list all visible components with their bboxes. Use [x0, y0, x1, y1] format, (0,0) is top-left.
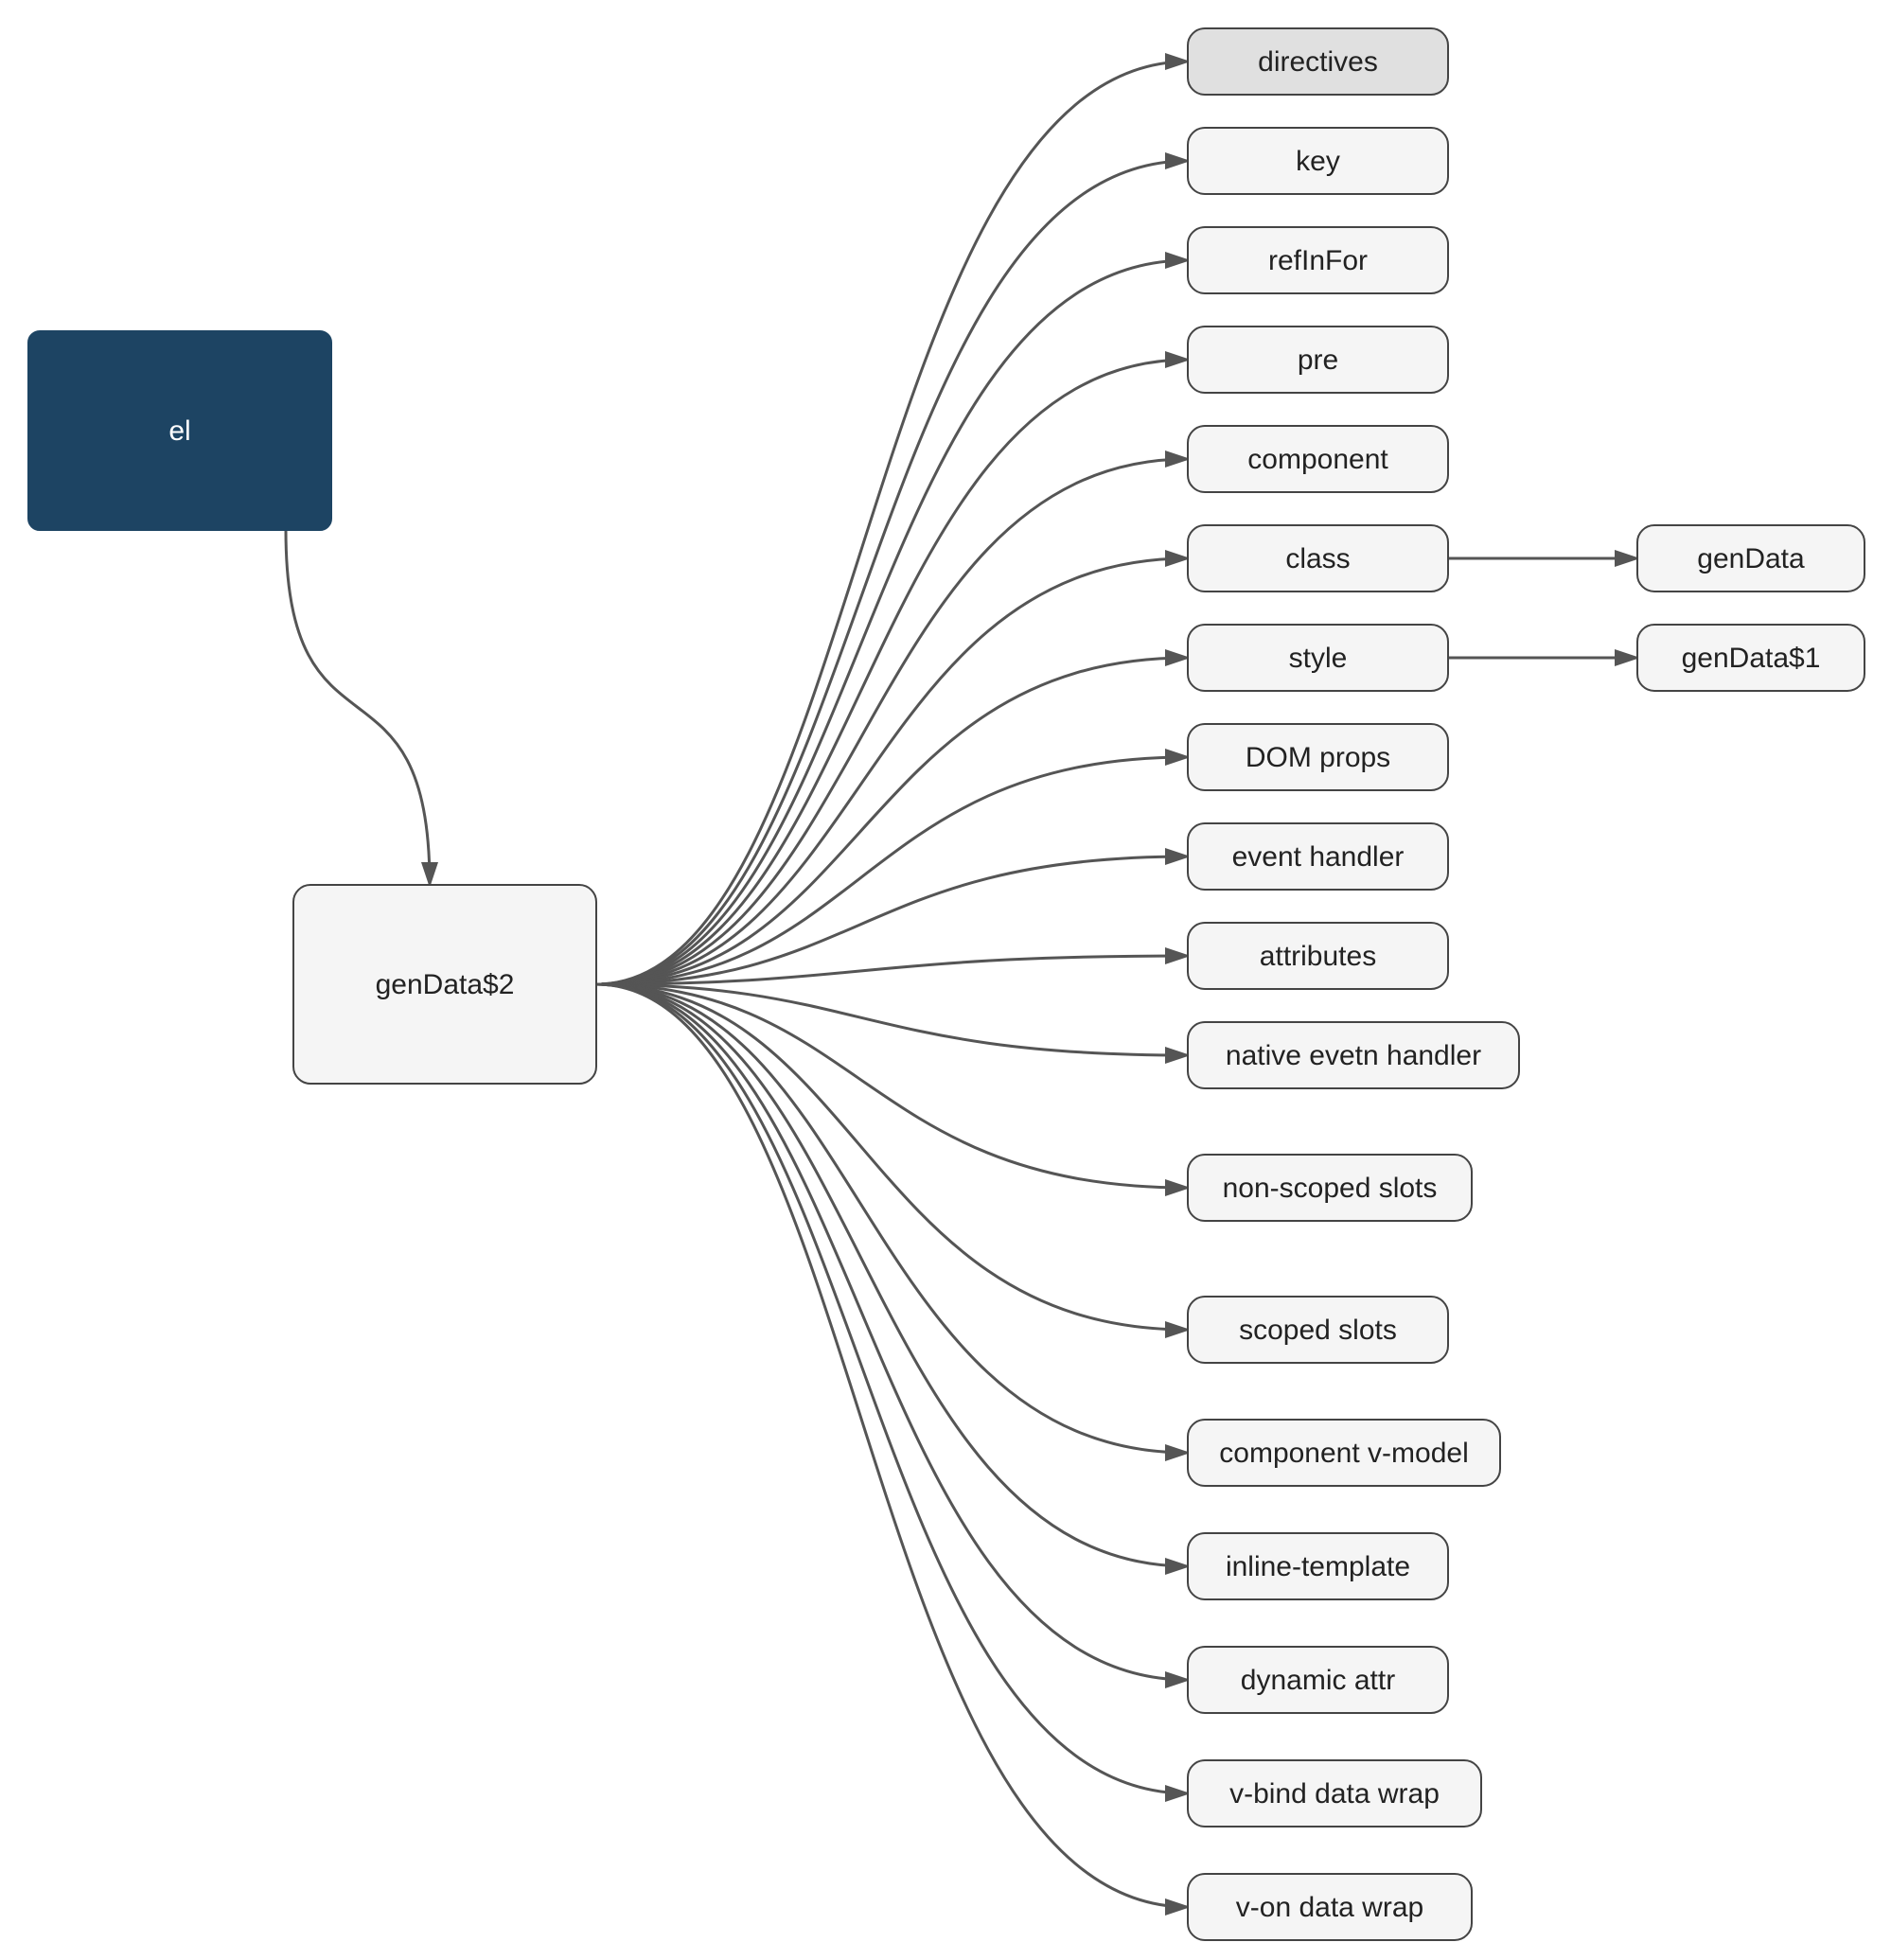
node-refInFor: refInFor — [1188, 227, 1448, 293]
edge-genData2-inlinetpl — [596, 984, 1188, 1566]
edge-el-genData2 — [286, 530, 430, 885]
node-label-vbindwrap: v-bind data wrap — [1229, 1778, 1440, 1810]
node-label-scoped: scoped slots — [1239, 1315, 1397, 1346]
node-label-directives: directives — [1258, 46, 1378, 78]
node-label-component: component — [1247, 444, 1388, 475]
edge-genData2-class — [596, 558, 1188, 984]
node-vonwrap: v-on data wrap — [1188, 1874, 1472, 1940]
node-nativehandler: native evetn handler — [1188, 1022, 1519, 1088]
node-pre: pre — [1188, 327, 1448, 393]
node-label-style: style — [1289, 643, 1348, 674]
node-class: class — [1188, 525, 1448, 592]
node-label-el: el — [168, 415, 190, 447]
edge-genData2-component — [596, 459, 1188, 984]
flow-diagram: el genData$2 directives key refInFor pre compo… — [0, 0, 1891, 1960]
edge-genData2-dynattr — [596, 984, 1188, 1680]
node-label-attributes: attributes — [1260, 941, 1376, 972]
edge-genData2-scoped — [596, 984, 1188, 1330]
node-label-eventhandler: event handler — [1232, 841, 1405, 873]
node-key: key — [1188, 128, 1448, 194]
node-el: el — [28, 331, 331, 530]
node-vbindwrap: v-bind data wrap — [1188, 1760, 1481, 1827]
node-inlinetpl: inline-template — [1188, 1533, 1448, 1599]
node-label-key: key — [1296, 146, 1340, 177]
edge-genData2-vbindwrap — [596, 984, 1188, 1793]
node-label-refInFor: refInFor — [1268, 245, 1368, 276]
node-domprops: DOM props — [1188, 724, 1448, 790]
node-nonscoped: non-scoped slots — [1188, 1155, 1472, 1221]
node-genData: genData — [1637, 525, 1864, 592]
node-label-vonwrap: v-on data wrap — [1236, 1892, 1423, 1923]
node-component: component — [1188, 426, 1448, 492]
node-label-inlinetpl: inline-template — [1226, 1551, 1410, 1582]
node-eventhandler: event handler — [1188, 823, 1448, 890]
node-label-genData2: genData$2 — [376, 969, 515, 1000]
node-label-genData1: genData$1 — [1682, 643, 1821, 674]
node-label-domprops: DOM props — [1246, 742, 1390, 773]
node-dynattr: dynamic attr — [1188, 1647, 1448, 1713]
node-label-class: class — [1285, 543, 1350, 574]
node-label-genData: genData — [1697, 543, 1805, 574]
node-genData2: genData$2 — [293, 885, 596, 1084]
node-label-dynattr: dynamic attr — [1241, 1665, 1395, 1696]
edge-genData2-style — [596, 658, 1188, 984]
node-label-nativehandler: native evetn handler — [1226, 1040, 1481, 1071]
node-label-pre: pre — [1298, 344, 1338, 376]
node-style: style — [1188, 625, 1448, 691]
node-genData1: genData$1 — [1637, 625, 1864, 691]
node-scoped: scoped slots — [1188, 1297, 1448, 1363]
node-attributes: attributes — [1188, 923, 1448, 989]
edge-genData2-refInFor — [596, 260, 1188, 984]
node-directives: directives — [1188, 28, 1448, 95]
node-compvmodel: component v-model — [1188, 1420, 1500, 1486]
node-label-compvmodel: component v-model — [1219, 1438, 1468, 1469]
edge-genData2-directives — [596, 62, 1188, 984]
node-label-nonscoped: non-scoped slots — [1223, 1173, 1438, 1204]
